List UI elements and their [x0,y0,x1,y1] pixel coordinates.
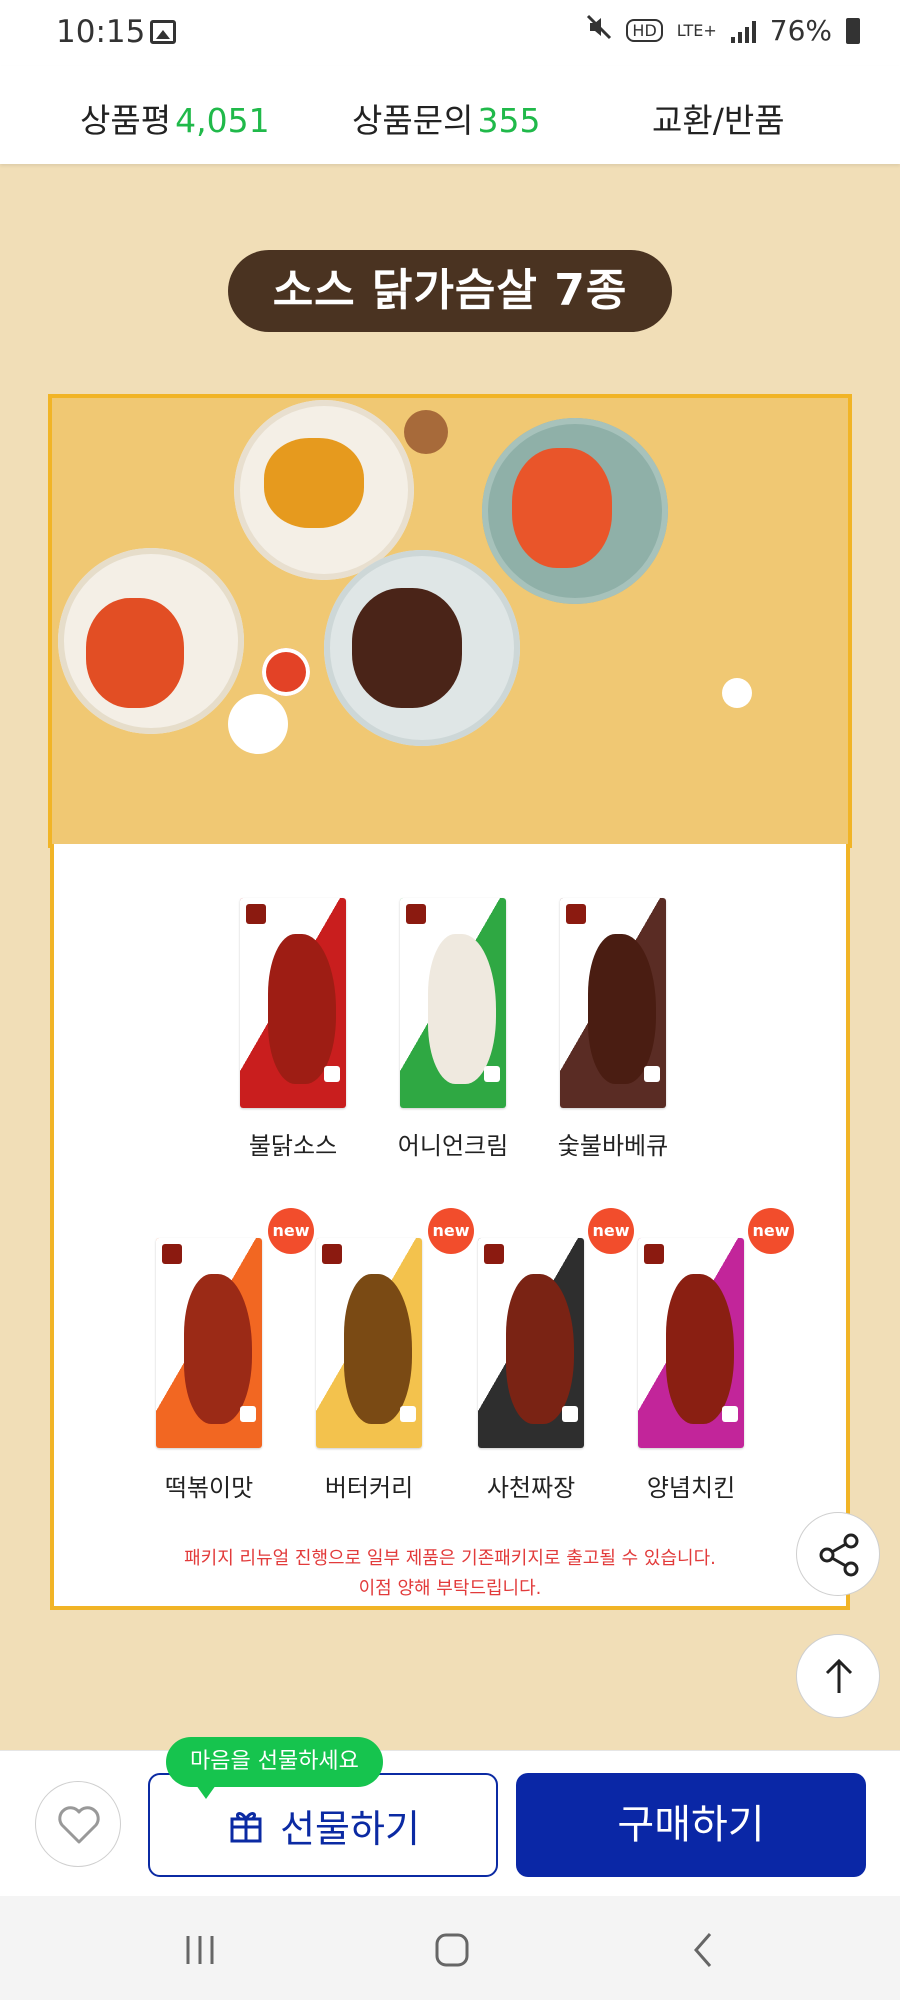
package-bbq [560,898,666,1108]
network-type: LTE+ [676,21,717,40]
product-label-tteokbokki: 떡볶이맛 [164,1474,254,1502]
product-label-yangnyeom-chicken: 양념치킨 [646,1474,736,1502]
share-icon [819,1533,859,1577]
package-onion-cream [400,898,506,1108]
status-right: HD LTE+ 76% [586,14,860,47]
package-buldak [240,898,346,1108]
tab-inquiries[interactable]: 상품문의 355 [352,94,540,142]
battery-icon [846,17,860,44]
new-badge: new [748,1208,794,1254]
product-label-butter-curry: 버터커리 [324,1474,414,1502]
system-navigation-bar [0,1896,900,2000]
product-label-bbq: 숯불바베큐 [557,1132,669,1160]
tab-exchange-return[interactable]: 교환/반품 [652,94,785,142]
recent-apps-icon[interactable] [180,1930,220,1970]
scroll-top-button[interactable] [796,1634,880,1718]
status-bar: 10:15 HD LTE+ 76% [0,0,900,66]
scroll-top-icon [825,1658,853,1693]
product-label-onion-cream: 어니언크림 [397,1132,509,1160]
hd-badge: HD [626,19,663,42]
back-icon[interactable] [684,1930,724,1970]
notice-line-2: 이점 양해 부탁드립니다. [358,1578,542,1599]
package-yangnyeom-chicken [638,1238,744,1448]
home-icon[interactable] [432,1930,472,1970]
battery-percent: 76% [769,14,832,47]
heart-icon [58,1806,100,1844]
package-butter-curry [316,1238,422,1448]
notice-line-1: 패키지 리뉴얼 진행으로 일부 제품은 기존패키지로 출고될 수 있습니다. [184,1548,716,1569]
share-button[interactable] [796,1512,880,1596]
gift-icon [230,1812,262,1843]
tab-reviews-label: 상품평 [80,101,172,140]
package-tteokbokki [156,1238,262,1448]
package-sichuan-jjajang [478,1238,584,1448]
section-title: 소스 닭가슴살 7종 [228,250,672,332]
mute-icon [586,14,612,47]
tab-exchange-label: 교환/반품 [652,101,785,140]
tab-inquiries-label: 상품문의 [352,101,474,140]
food-photo [48,394,852,848]
buy-button[interactable]: 구매하기 [516,1773,866,1877]
product-detail-content: 소스 닭가슴살 7종 불닭소스 어니언크림 숯불바베큐 new 떡볶이맛 new… [0,164,900,1750]
signal-icon [730,19,756,43]
gift-label: 선물하기 [280,1806,420,1851]
like-button[interactable] [35,1781,121,1867]
status-time: 10:15 [56,14,146,50]
product-label-buldak: 불닭소스 [248,1132,338,1160]
image-icon [150,20,176,44]
detail-tabs: 상품평 4,051 상품문의 355 교환/반품 [0,66,900,164]
new-badge: new [268,1208,314,1254]
product-label-sichuan-jjajang: 사천짜장 [486,1474,576,1502]
gift-tooltip: 마음을 선물하세요 [166,1737,383,1799]
new-badge: new [588,1208,634,1254]
tab-reviews[interactable]: 상품평 4,051 [80,94,270,142]
product-lineup: 불닭소스 어니언크림 숯불바베큐 new 떡볶이맛 new 버터커리 new 사… [50,844,850,1610]
new-badge: new [428,1208,474,1254]
tab-inquiries-count: 355 [477,101,541,140]
tab-reviews-count: 4,051 [175,101,270,140]
purchase-bar: 선물하기 마음을 선물하세요 구매하기 [0,1737,900,1897]
